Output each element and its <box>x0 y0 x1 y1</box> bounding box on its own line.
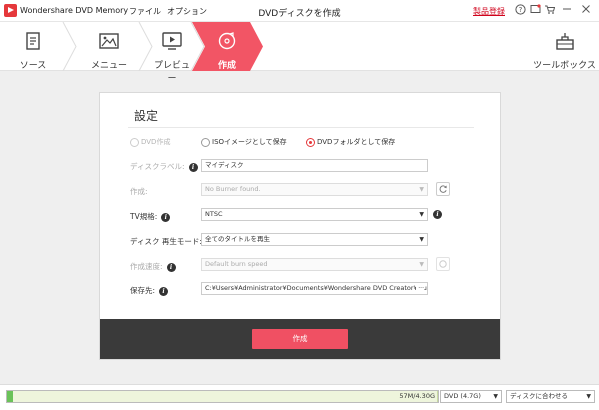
radio-checked-icon <box>306 137 315 147</box>
step-menu[interactable]: メニュー <box>76 22 142 71</box>
status-bar: 57M/4.30G DVD (4.7G) ▼ ディスクに合わせる ▼ <box>0 384 599 410</box>
step-create-label: 作成 <box>217 61 236 71</box>
disc-type-value: DVD (4.7G) <box>444 392 481 400</box>
playback-mode-select[interactable]: 全てのタイトルを再生 ▼ <box>201 233 428 246</box>
chevron-down-icon: ▼ <box>419 211 424 218</box>
step-create[interactable]: 作成 <box>205 22 249 71</box>
option-burn-dvd-label: DVD作成 <box>141 138 171 146</box>
burn-speed-select[interactable]: Default burn speed ▼ <box>201 258 428 271</box>
disc-capacity-bar: 57M/4.30G <box>6 390 439 403</box>
toolbox-icon <box>555 33 574 50</box>
burn-speed-value: Default burn speed <box>205 260 268 268</box>
playback-mode-label: ディスク 再生モード: <box>130 237 202 246</box>
refresh-button[interactable] <box>436 182 450 196</box>
option-burn-dvd[interactable]: DVD作成 <box>130 137 170 147</box>
message-icon[interactable] <box>529 4 541 16</box>
tv-standard-select[interactable]: NTSC ▼ <box>201 208 428 221</box>
option-save-iso[interactable]: ISOイメージとして保存 <box>201 137 287 147</box>
menu-options[interactable]: オプション <box>167 6 207 17</box>
chevron-down-icon: ▼ <box>493 393 498 400</box>
burn-speed-label: 作成速度: i <box>130 261 176 272</box>
tv-standard-label: TV規格: i <box>130 211 171 222</box>
step-source-label: ソース <box>19 61 47 71</box>
settings-dialog: 設定 DVD作成 ISOイメージとして保存 DVDフォルダとして保存 ディスクラ… <box>99 92 501 360</box>
chevron-down-icon: ▼ <box>419 186 424 193</box>
disc-icon <box>218 32 236 50</box>
speed-refresh-button[interactable] <box>436 257 450 271</box>
info-icon[interactable]: i <box>161 212 171 222</box>
chevron-down-icon: ▼ <box>419 261 424 268</box>
chevron-down-icon: ▼ <box>419 236 424 243</box>
tv-standard-value: NTSC <box>205 210 223 218</box>
step-navigation: ソース メニュー プレビュー 作成 ツールボックス <box>0 22 599 84</box>
svg-text:?: ? <box>518 6 522 14</box>
info-icon[interactable]: i <box>166 262 176 272</box>
save-path-value: C:¥Users¥Administrator¥Documents¥Wonders… <box>205 284 428 292</box>
dialog-title: 設定 <box>134 109 159 123</box>
app-name: Wondershare DVD Memory <box>20 6 129 15</box>
info-icon[interactable]: i <box>433 210 442 219</box>
divider <box>128 127 474 128</box>
step-source[interactable]: ソース <box>0 22 66 71</box>
refresh-icon <box>439 185 447 193</box>
image-icon <box>99 33 119 49</box>
chevron-down-icon: ▼ <box>586 393 591 400</box>
disc-label-input[interactable]: マイディスク <box>201 159 428 172</box>
burner-label: 作成: <box>130 187 148 196</box>
refresh-icon <box>439 260 447 268</box>
radio-icon <box>201 137 210 147</box>
step-preview[interactable]: プレビュー <box>150 22 194 84</box>
burner-select[interactable]: No Burner found. ▼ <box>201 183 428 196</box>
minimize-icon[interactable] <box>561 4 573 16</box>
option-save-folder[interactable]: DVDフォルダとして保存 <box>306 137 395 147</box>
info-icon[interactable]: i <box>159 286 169 296</box>
document-icon <box>26 32 40 50</box>
disc-label-label: ディスクラベル: i <box>130 161 198 172</box>
save-path-input[interactable]: C:¥Users¥Administrator¥Documents¥Wonders… <box>201 282 428 295</box>
toolbox-label: ツールボックス <box>533 61 596 71</box>
info-icon[interactable]: i <box>188 162 198 172</box>
disc-type-select[interactable]: DVD (4.7G) ▼ <box>440 390 502 403</box>
create-button[interactable]: 作成 <box>252 329 348 349</box>
browse-ellipsis-icon[interactable]: ··· <box>416 283 424 294</box>
fit-mode-value: ディスクに合わせる <box>510 392 569 400</box>
option-save-folder-label: DVDフォルダとして保存 <box>317 138 396 146</box>
fit-mode-select[interactable]: ディスクに合わせる ▼ <box>506 390 595 403</box>
step-preview-label: プレビュー <box>153 61 190 84</box>
menu-file[interactable]: ファイル <box>129 6 161 17</box>
app-logo-icon <box>4 4 17 17</box>
option-save-iso-label: ISOイメージとして保存 <box>212 138 287 146</box>
help-icon[interactable]: ? <box>514 4 526 16</box>
register-link[interactable]: 製品登録 <box>473 6 505 17</box>
dialog-footer: 作成 <box>100 319 500 359</box>
capacity-text: 57M/4.30G <box>399 392 435 400</box>
play-screen-icon <box>162 32 182 50</box>
save-path-label: 保存先: i <box>130 285 169 296</box>
step-menu-label: メニュー <box>90 61 127 71</box>
cart-icon[interactable] <box>543 4 555 16</box>
radio-icon <box>130 137 139 147</box>
playback-mode-value: 全てのタイトルを再生 <box>205 235 270 243</box>
close-icon[interactable] <box>580 4 592 16</box>
capacity-available <box>7 391 438 402</box>
capacity-used <box>7 391 13 402</box>
title-bar: Wondershare DVD Memory ファイル オプション DVDディス… <box>0 0 599 22</box>
toolbox-button[interactable]: ツールボックス <box>530 22 599 71</box>
burner-value: No Burner found. <box>205 185 261 193</box>
